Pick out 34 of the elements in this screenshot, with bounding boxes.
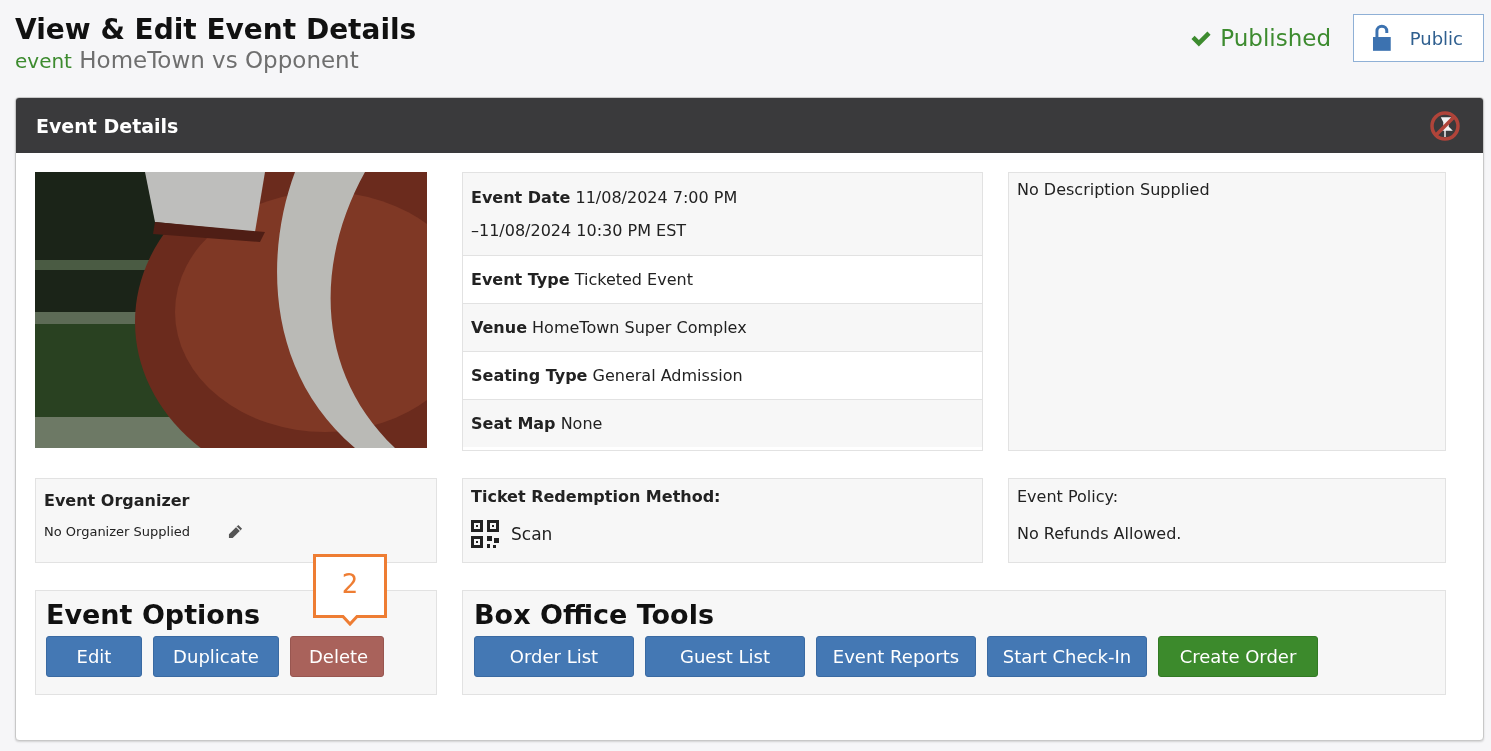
detail-text: Event Date 11/08/2024 7:00 PM –11/08/2024 10:30 PM EST	[471, 187, 739, 242]
options-title: Event Options	[46, 599, 262, 630]
panel-title: Event Details	[36, 114, 179, 137]
box-office-title: Box Office Tools	[474, 599, 715, 630]
option-button[interactable]: Edit	[46, 636, 142, 677]
tool-button[interactable]: Guest List	[645, 636, 805, 677]
option-button[interactable]: Duplicate	[153, 636, 279, 677]
description-text: No Description Supplied	[1017, 180, 1210, 199]
detail-text: Venue HomeTown Super Complex	[471, 317, 747, 339]
public-button[interactable]: Public	[1353, 14, 1484, 62]
no-pin-icon[interactable]	[1429, 109, 1461, 142]
redemption-title: Ticket Redemption Method:	[471, 487, 722, 506]
tool-button[interactable]: Event Reports	[816, 636, 976, 677]
callout-badge: 2	[313, 554, 387, 629]
organizer-text: No Organizer Supplied	[44, 524, 190, 539]
checkmark-icon	[1190, 29, 1213, 47]
subtitle-tag: event	[15, 49, 72, 73]
detail-text: Event Type Ticketed Event	[471, 269, 693, 291]
pencil-icon[interactable]	[228, 524, 243, 539]
event-name: HomeTown vs Opponent	[79, 47, 359, 73]
tool-button[interactable]: Create Order	[1158, 636, 1318, 677]
organizer-title: Event Organizer	[44, 491, 191, 510]
policy-title: Event Policy:	[1017, 487, 1120, 506]
tool-button[interactable]: Order List	[474, 636, 634, 677]
detail-text: Seat Map None	[471, 413, 603, 435]
qr-code-icon	[471, 520, 499, 548]
status-text: Published	[1220, 25, 1331, 51]
policy-text: No Refunds Allowed.	[1017, 524, 1183, 543]
detail-text: Seating Type General Admission	[471, 365, 743, 387]
option-button[interactable]: Delete	[290, 636, 384, 677]
page-title: View & Edit Event Details	[15, 14, 417, 46]
tool-button[interactable]: Start Check-In	[987, 636, 1147, 677]
padlock-icon	[1372, 24, 1392, 52]
redemption-method: Scan	[511, 524, 553, 544]
